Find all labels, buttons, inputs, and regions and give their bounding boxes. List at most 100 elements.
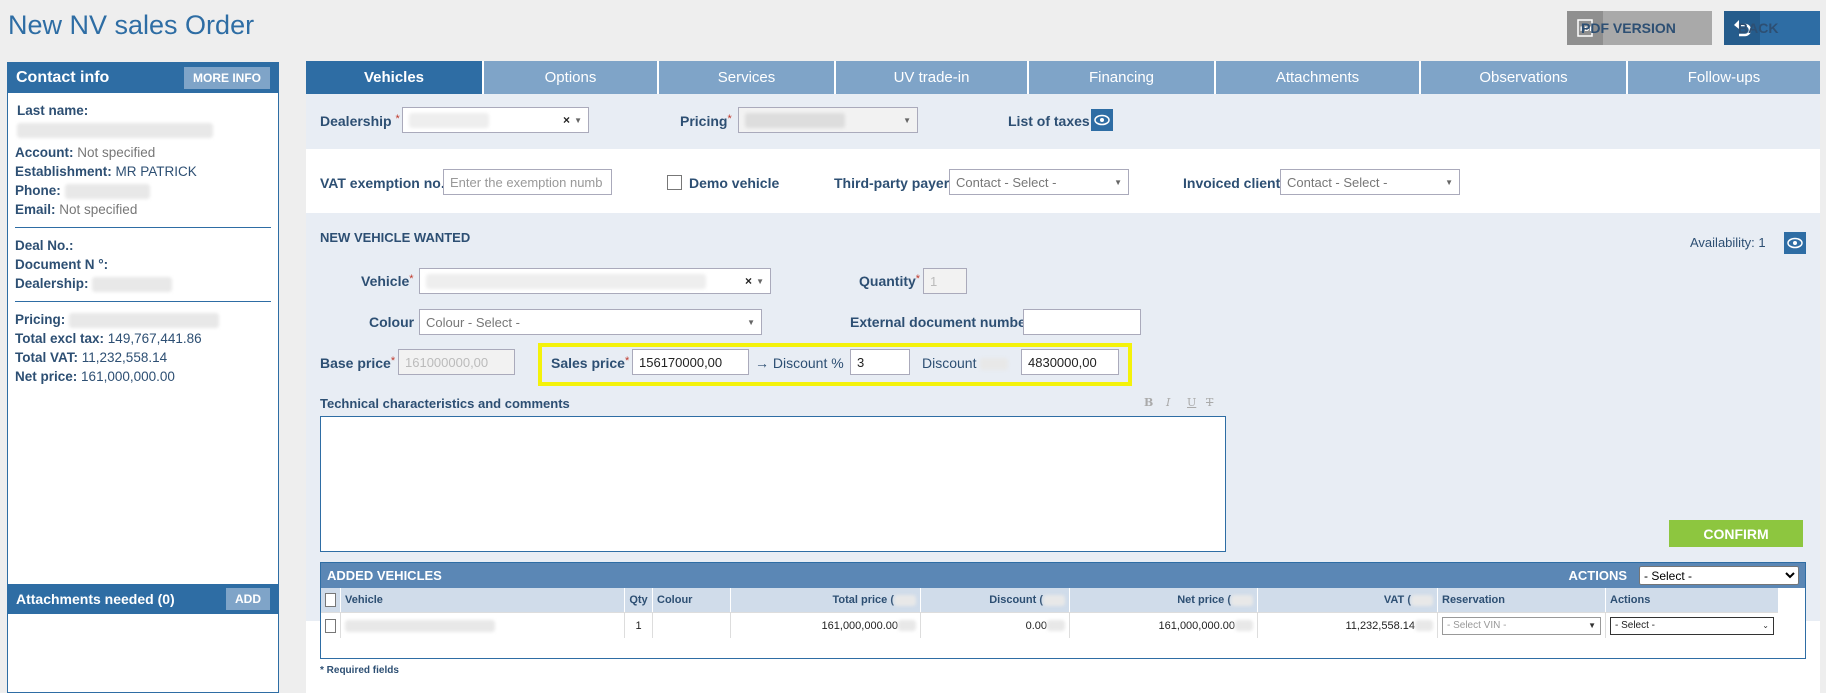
col-total-price: Total price (	[731, 588, 921, 612]
row-checkbox[interactable]	[325, 618, 336, 633]
list-of-taxes-label: List of taxes	[1008, 113, 1090, 129]
third-party-select[interactable]: Contact - Select - ▼	[949, 169, 1129, 195]
pricing-label: Pricing:	[15, 312, 66, 327]
colour-select[interactable]: Colour - Select - ▼	[419, 309, 762, 335]
actions-label: ACTIONS	[1568, 568, 1628, 583]
attachments-title: Attachments needed (0)	[16, 591, 175, 607]
more-info-button[interactable]: MORE INFO	[184, 67, 270, 89]
pdf-version-label: PDF VERSION	[1581, 20, 1676, 36]
row-vat: 11,232,558.14	[1258, 612, 1438, 638]
row-actions-select[interactable]: - Select - ⌄	[1610, 616, 1774, 635]
attachments-header: Attachments needed (0) ADD	[8, 584, 278, 614]
dealership-value	[92, 276, 173, 292]
row-colour	[653, 612, 731, 638]
phone-value	[64, 183, 150, 199]
colour-label: Colour	[369, 314, 415, 330]
account-value: Not specified	[77, 145, 156, 160]
availability-eye-icon[interactable]	[1784, 232, 1806, 254]
back-button[interactable]: BACK	[1724, 11, 1820, 45]
email-label: Email:	[15, 202, 56, 217]
select-all-checkbox[interactable]	[325, 593, 336, 607]
base-price-input[interactable]: 161000000,00	[398, 349, 515, 375]
availability-text: Availability: 1	[1690, 235, 1766, 250]
pdf-version-button[interactable]: PDF PDF VERSION	[1567, 11, 1712, 45]
establishment-value: MR PATRICK	[115, 164, 197, 179]
col-qty: Qty	[625, 588, 653, 612]
total-excl-label: Total excl tax:	[15, 331, 105, 346]
contact-title: Contact info	[16, 69, 110, 86]
last-name-label: Last name:	[17, 103, 89, 118]
tab-attachments[interactable]: Attachments	[1216, 61, 1421, 94]
total-vat-label: Total VAT:	[15, 350, 78, 365]
third-party-label: Third-party payer	[834, 175, 950, 191]
pricing-select[interactable]: ▼	[738, 107, 918, 133]
clear-format-icon[interactable]: T	[1206, 396, 1213, 409]
account-label: Account:	[15, 145, 74, 160]
reservation-select[interactable]: - Select VIN - ▼	[1442, 616, 1601, 635]
italic-icon[interactable]: I	[1166, 396, 1170, 409]
required-fields-note: * Required fields	[320, 665, 399, 676]
total-excl-value: 149,767,441.86	[107, 331, 202, 346]
phone-label: Phone:	[15, 183, 61, 198]
added-vehicles-title: ADDED VEHICLES	[327, 568, 442, 583]
col-vehicle: Vehicle	[341, 588, 625, 612]
contact-panel: Contact info MORE INFO Last name: Accoun…	[7, 62, 279, 693]
col-discount: Discount (	[921, 588, 1070, 612]
pricing-value	[69, 312, 220, 328]
vehicle-select[interactable]: × ▼	[419, 268, 771, 294]
net-price-label: Net price:	[15, 369, 78, 384]
last-name-value	[17, 122, 213, 138]
tab-follow-ups[interactable]: Follow-ups	[1628, 61, 1820, 94]
add-attachment-button[interactable]: ADD	[226, 588, 270, 610]
section-title: NEW VEHICLE WANTED	[320, 230, 471, 245]
tab-observations[interactable]: Observations	[1421, 61, 1628, 94]
demo-vehicle-label: Demo vehicle	[689, 175, 780, 191]
deal-label: Deal No.:	[15, 238, 74, 253]
main-panel: Vehicles Options Services UV trade-in Fi…	[306, 61, 1820, 693]
added-vehicles-table: ADDED VEHICLES ACTIONS - Select - Vehicl…	[320, 562, 1806, 659]
demo-vehicle-checkbox[interactable]	[667, 175, 682, 190]
highlight-box	[538, 343, 1132, 386]
contact-details: Last name: Account: Not specified Establ…	[8, 101, 278, 386]
vat-exemption-input[interactable]: Enter the exemption numb	[443, 169, 612, 195]
invoiced-client-select[interactable]: Contact - Select - ▼	[1280, 169, 1460, 195]
pricing-field-label: Pricing*	[680, 113, 732, 129]
external-doc-input[interactable]	[1023, 309, 1141, 335]
row-actions: - Select - ⌄	[1606, 612, 1778, 638]
col-actions: Actions	[1606, 588, 1778, 612]
email-value: Not specified	[59, 202, 138, 217]
tab-financing[interactable]: Financing	[1029, 61, 1216, 94]
bold-icon[interactable]: B	[1144, 396, 1153, 409]
contact-panel-header: Contact info MORE INFO	[8, 63, 278, 93]
net-price-value: 161,000,000.00	[81, 369, 175, 384]
confirm-button[interactable]: CONFIRM	[1669, 520, 1803, 547]
dealership-select[interactable]: × ▼	[402, 107, 589, 133]
col-vat: VAT (	[1258, 588, 1438, 612]
external-doc-label: External document number	[850, 314, 1032, 330]
vat-exemption-label: VAT exemption no.	[320, 175, 445, 191]
total-vat-value: 11,232,558.14	[81, 350, 168, 365]
bulk-actions-select[interactable]: - Select -	[1639, 566, 1799, 585]
tech-comments-textarea[interactable]	[320, 416, 1226, 552]
tab-services[interactable]: Services	[659, 61, 836, 94]
underline-icon[interactable]: U	[1187, 396, 1196, 409]
dealership-label: Dealership:	[15, 276, 89, 291]
quantity-input[interactable]: 1	[923, 268, 967, 294]
tab-uv-trade-in[interactable]: UV trade-in	[836, 61, 1029, 94]
dealership-field-label: Dealership *	[320, 113, 400, 129]
tech-comments-label: Technical characteristics and comments	[320, 396, 570, 411]
page-title: New NV sales Order	[8, 10, 255, 40]
back-label: BACK	[1738, 20, 1779, 36]
quantity-label: Quantity*	[859, 273, 921, 289]
row-reservation: - Select VIN - ▼	[1438, 612, 1606, 638]
eye-icon[interactable]	[1091, 109, 1113, 131]
added-vehicles-header: ADDED VEHICLES ACTIONS - Select -	[321, 563, 1805, 588]
tab-options[interactable]: Options	[484, 61, 659, 94]
tab-bar: Vehicles Options Services UV trade-in Fi…	[306, 61, 1820, 94]
tab-vehicles[interactable]: Vehicles	[306, 61, 484, 94]
row-total-price: 161,000,000.00	[731, 612, 921, 638]
base-price-label: Base price*	[320, 355, 396, 371]
col-net-price: Net price (	[1070, 588, 1258, 612]
col-reservation: Reservation	[1438, 588, 1606, 612]
row-net-price: 161,000,000.00	[1070, 612, 1258, 638]
